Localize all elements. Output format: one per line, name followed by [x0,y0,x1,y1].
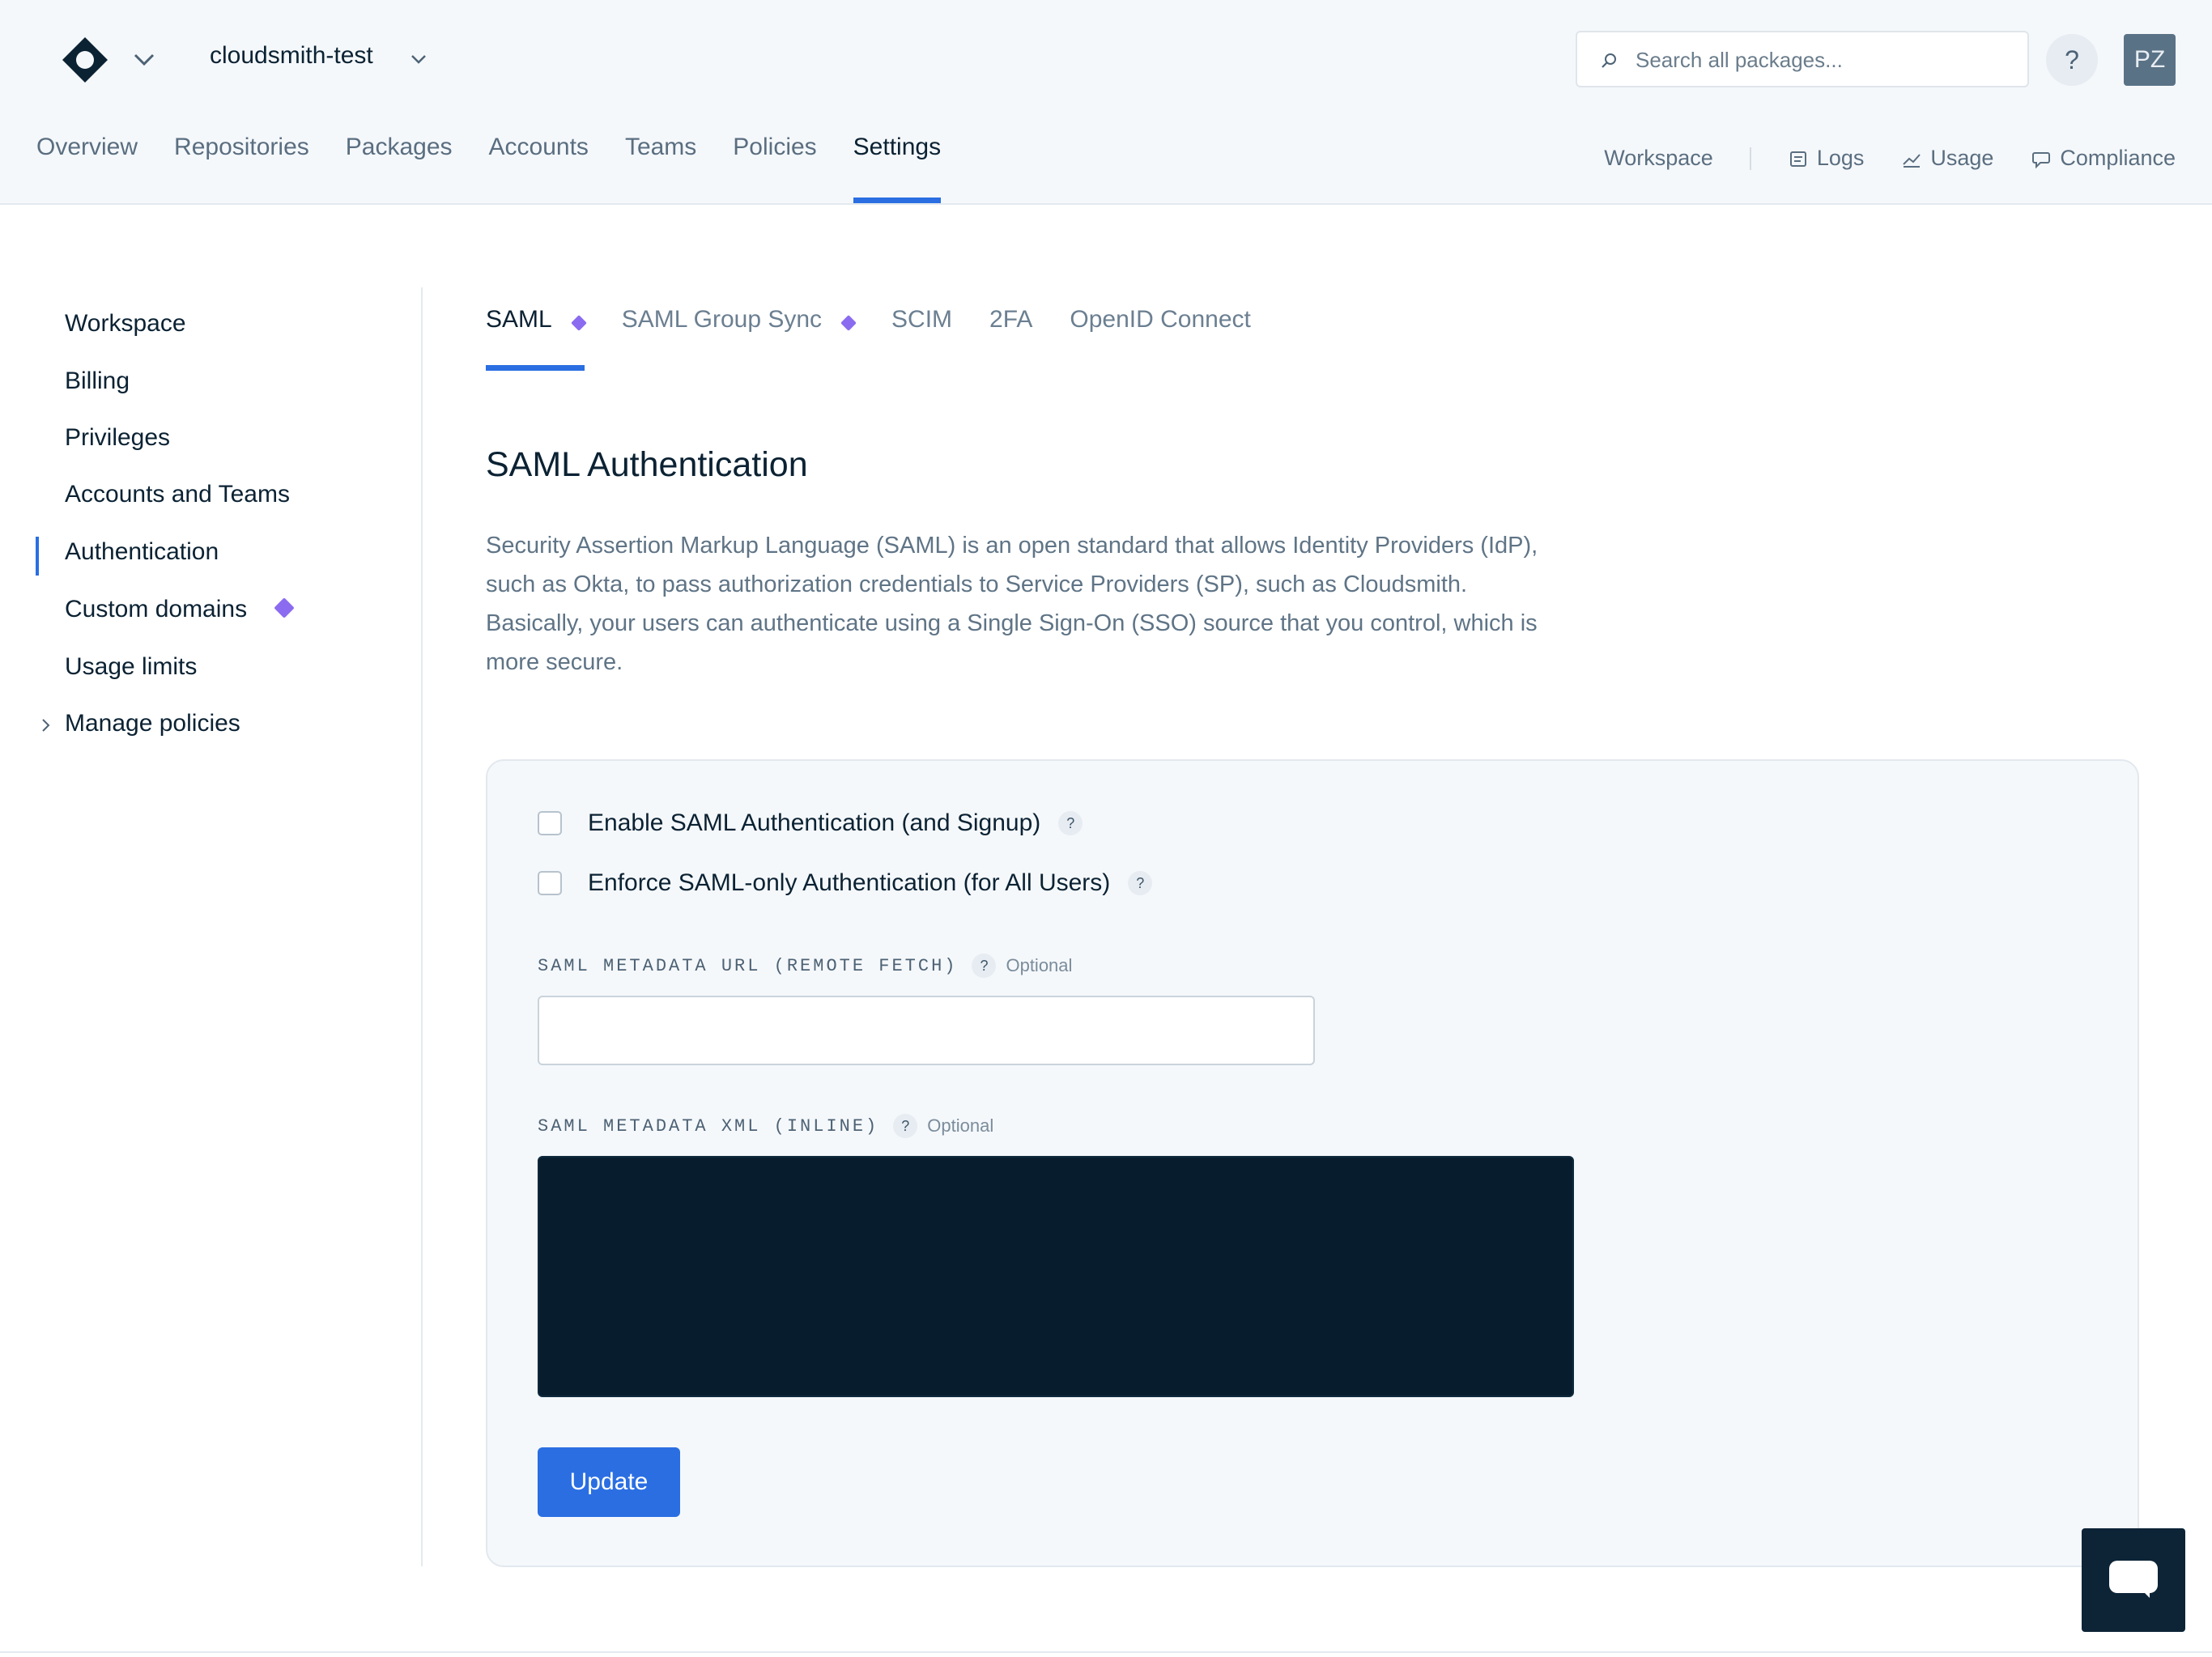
sidebar-item-manage-policies[interactable]: Manage policies [65,710,240,737]
tab-saml-group-sync-label: SAML Group Sync [621,306,823,333]
sub-nav-usage[interactable]: Usage [1901,146,1993,171]
tab-openid-connect[interactable]: OpenID Connect [1070,306,1250,372]
nav-teams[interactable]: Teams [625,134,696,205]
tab-2fa[interactable]: 2FA [989,306,1032,372]
premium-diamond-icon [840,315,857,331]
sub-nav-logs-label: Logs [1816,146,1865,170]
logo-chevron-down-icon[interactable] [132,47,156,71]
sub-nav-logs[interactable]: Logs [1788,146,1865,171]
metadata-xml-editor[interactable] [538,1156,1574,1397]
nav-repositories[interactable]: Repositories [174,134,309,205]
tab-saml-label: SAML [486,306,552,333]
secondary-nav: Workspace Logs Usage Compliance [1604,146,2176,171]
sidebar-item-custom-domains[interactable]: Custom domains [65,596,247,623]
sidebar-item-privileges[interactable]: Privileges [65,424,170,452]
help-icon[interactable]: ? [1058,811,1083,835]
enforce-saml-label[interactable]: Enforce SAML-only Authentication (for Al… [588,869,1110,897]
workspace-switcher[interactable]: cloudsmith-test [210,42,373,70]
user-avatar[interactable]: PZ [2124,34,2176,86]
tab-scim[interactable]: SCIM [891,306,952,372]
metadata-url-label-row: SAML METADATA URL (REMOTE FETCH) ? Optio… [538,954,1072,978]
sub-nav-workspace[interactable]: Workspace [1604,146,1713,171]
nav-settings[interactable]: Settings [853,134,942,205]
tab-saml-group-sync[interactable]: SAML Group Sync [621,306,857,372]
tab-saml[interactable]: SAML [486,306,587,372]
top-header: cloudsmith-test ? PZ Overview Repositori… [0,0,2212,205]
optional-tag: Optional [927,1115,994,1136]
footer-divider [0,1651,2212,1653]
help-icon[interactable]: ? [972,954,997,978]
enforce-saml-checkbox[interactable] [538,871,562,895]
comment-icon [2032,151,2051,168]
optional-tag: Optional [1006,955,1073,975]
saml-settings-card: Enable SAML Authentication (and Signup) … [486,759,2139,1567]
help-icon[interactable]: ? [1128,871,1153,895]
metadata-xml-label: SAML METADATA XML (INLINE) [538,1115,879,1137]
sidebar-item-workspace[interactable]: Workspace [65,310,186,338]
metadata-url-label: SAML METADATA URL (REMOTE FETCH) [538,955,958,976]
nav-accounts[interactable]: Accounts [489,134,589,205]
metadata-url-input[interactable] [538,996,1315,1065]
settings-sidebar: Workspace Billing Privileges Accounts an… [0,287,423,1566]
nav-policies[interactable]: Policies [733,134,816,205]
page-description: Security Assertion Markup Language (SAML… [486,533,1538,675]
logs-icon [1789,151,1806,167]
sidebar-active-indicator [36,537,39,576]
sidebar-item-usage-limits[interactable]: Usage limits [65,653,197,681]
enable-saml-label[interactable]: Enable SAML Authentication (and Signup) [588,809,1040,837]
search-input[interactable] [1636,42,2008,78]
update-button[interactable]: Update [538,1447,680,1517]
search-icon [1602,53,1616,68]
sidebar-item-accounts-and-teams[interactable]: Accounts and Teams [65,481,290,508]
sub-nav-compliance[interactable]: Compliance [2031,146,2176,171]
enable-saml-checkbox[interactable] [538,811,562,835]
main-nav: Overview Repositories Packages Accounts … [36,134,977,205]
chevron-right-icon[interactable] [37,717,53,733]
enable-saml-row: Enable SAML Authentication (and Signup) … [538,809,1083,837]
auth-tabs: SAML SAML Group Sync SCIM 2FA OpenID Con… [486,306,1251,372]
enforce-saml-row: Enforce SAML-only Authentication (for Al… [538,869,1153,897]
nav-packages[interactable]: Packages [346,134,453,205]
sidebar-item-billing[interactable]: Billing [65,368,130,395]
workspace-chevron-down-icon[interactable] [410,50,428,68]
chat-icon [2109,1561,2158,1593]
premium-diamond-icon [570,315,587,331]
chat-widget-button[interactable] [2082,1528,2185,1632]
metadata-xml-label-row: SAML METADATA XML (INLINE) ? Optional [538,1114,993,1138]
sidebar-item-authentication[interactable]: Authentication [65,538,219,566]
divider [1749,147,1751,170]
sub-nav-usage-label: Usage [1930,146,1994,170]
nav-overview[interactable]: Overview [36,134,138,205]
chat-icon-tail [2138,1587,2150,1598]
help-icon[interactable]: ? [893,1114,918,1138]
page-title: SAML Authentication [486,445,808,484]
search-box[interactable] [1576,31,2029,87]
help-button[interactable]: ? [2046,34,2098,86]
premium-diamond-icon [274,597,295,618]
sub-nav-compliance-label: Compliance [2060,146,2176,170]
cloudsmith-logo-icon[interactable] [61,36,109,84]
chart-line-icon [1903,153,1921,168]
